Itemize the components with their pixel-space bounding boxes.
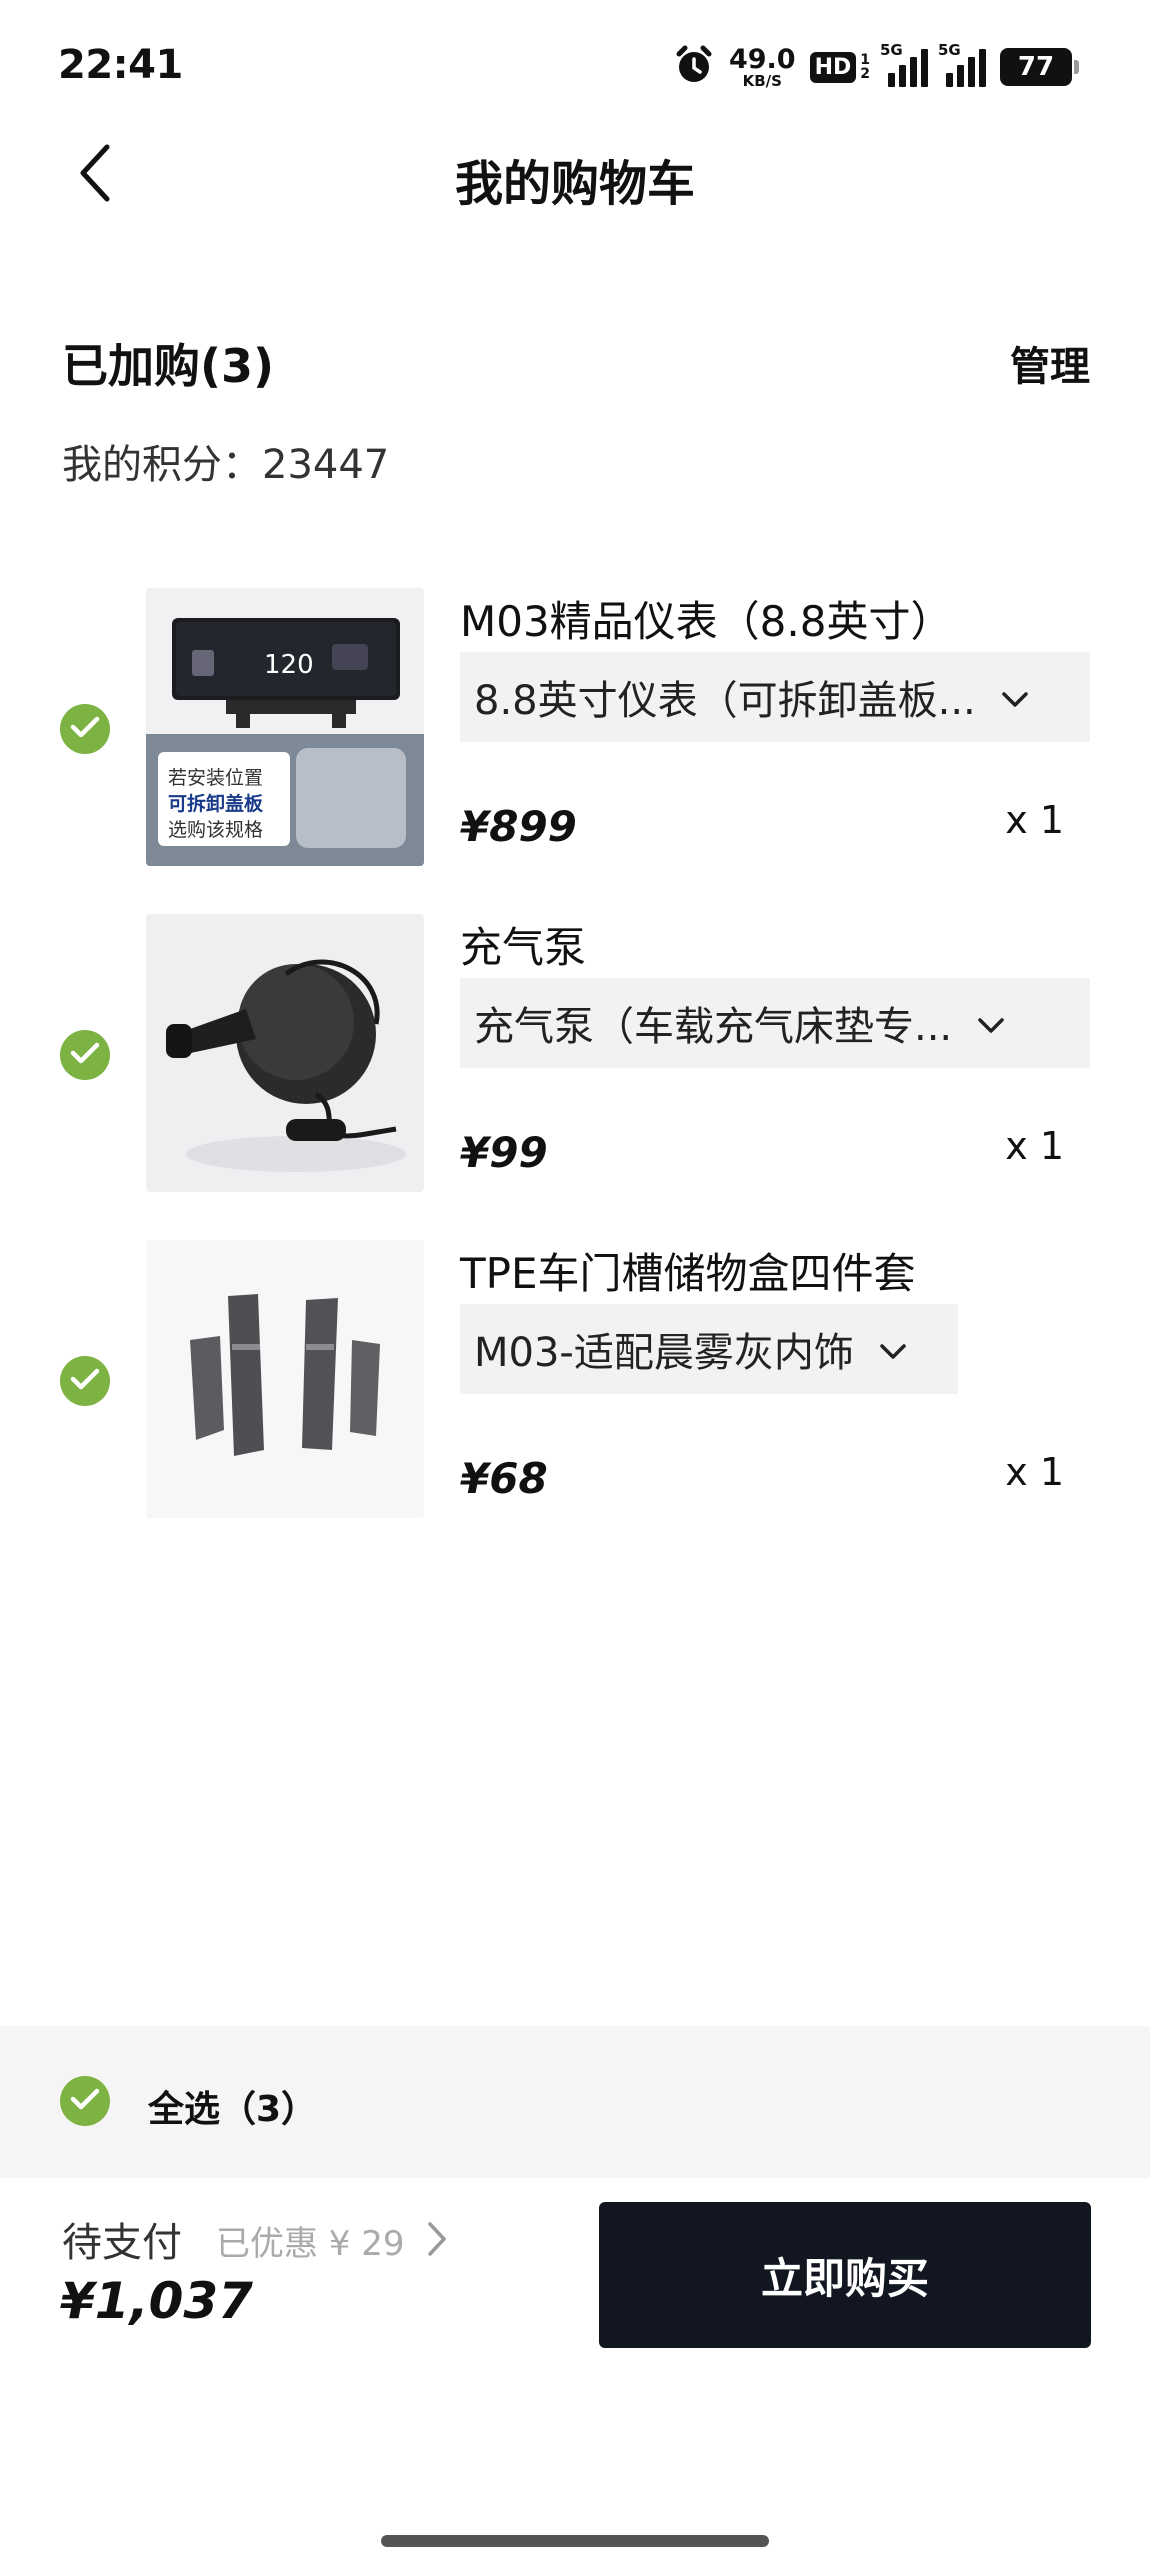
check-circle-icon	[70, 1367, 100, 1395]
chevron-down-icon	[1000, 674, 1030, 720]
buy-now-button[interactable]: 立即购买	[599, 2202, 1091, 2348]
signal-icon: 5G	[880, 41, 928, 87]
signal-tag: 5G	[938, 41, 961, 59]
variant-selector[interactable]: 8.8英寸仪表（可拆卸盖板...	[460, 652, 1090, 742]
cart-item: TPE车门槽储物盒四件套 M03-适配晨雾灰内饰 ¥68 x 1	[0, 1240, 1150, 1530]
net-speed: 49.0 KB/S	[729, 46, 796, 89]
hd-sub: 1 2	[860, 53, 870, 81]
home-indicator[interactable]	[381, 2535, 769, 2547]
check-circle-icon	[70, 1041, 100, 1069]
hd-sub-bottom: 2	[860, 66, 870, 82]
cart-item: 充气泵 充气泵（车载充气床垫专... ¥99 x 1	[0, 914, 1150, 1204]
signal-tag: 5G	[880, 41, 903, 59]
select-all-bar: 全选（3）	[0, 2026, 1150, 2178]
cart-count-heading: 已加购(3)	[62, 339, 275, 393]
net-speed-value: 49.0	[728, 43, 796, 75]
item-quantity[interactable]: x 1	[1005, 1124, 1064, 1168]
item-price: ¥99	[460, 1128, 548, 1177]
hd-sub-top: 1	[860, 52, 870, 68]
status-bar: 22:41 49.0 KB/S HD 1 2 5G 5G 77	[0, 0, 1150, 140]
total-amount: ¥1,037	[60, 2272, 253, 2330]
chevron-down-icon	[878, 1326, 908, 1372]
image-speed: 120	[264, 650, 314, 680]
product-image[interactable]: 120 若安装位置 可拆卸盖板 选购该规格	[146, 588, 424, 866]
image-caption: 可拆卸盖板	[168, 792, 264, 815]
status-time: 22:41	[58, 42, 183, 88]
points-label: 我的积分：23447	[62, 442, 390, 488]
item-price: ¥68	[460, 1454, 548, 1503]
variant-selector[interactable]: M03-适配晨雾灰内饰	[460, 1304, 958, 1394]
item-price: ¥899	[460, 802, 577, 851]
hd-badge: HD	[809, 51, 857, 83]
select-all-checkbox[interactable]	[60, 2076, 110, 2126]
battery-level: 77	[1017, 52, 1055, 82]
image-caption: 若安装位置	[168, 767, 263, 789]
item-name[interactable]: 充气泵	[460, 914, 586, 975]
item-name[interactable]: TPE车门槽储物盒四件套	[460, 1240, 916, 1301]
page-title: 我的购物车	[454, 156, 695, 212]
variant-selector[interactable]: 充气泵（车载充气床垫专...	[460, 978, 1090, 1068]
item-name[interactable]: M03精品仪表（8.8英寸）	[460, 588, 952, 649]
variant-label: 8.8英寸仪表（可拆卸盖板...	[474, 678, 976, 724]
check-circle-icon	[70, 715, 100, 743]
battery-icon: 77	[1000, 48, 1079, 86]
product-image[interactable]	[146, 914, 424, 1192]
status-icons: 49.0 KB/S HD 1 2 5G 5G 77	[673, 41, 1079, 92]
variant-label: 充气泵（车载充气床垫专...	[474, 1004, 953, 1050]
variant-label: M03-适配晨雾灰内饰	[474, 1330, 854, 1376]
cart-item: 120 若安装位置 可拆卸盖板 选购该规格 M03精品仪表（8.8英寸） 8.8…	[0, 588, 1150, 878]
discount-label[interactable]: 已优惠 ¥ 29	[216, 2216, 405, 2265]
item-quantity[interactable]: x 1	[1005, 1450, 1064, 1494]
net-speed-unit: KB/S	[742, 71, 782, 90]
select-all-label[interactable]: 全选（3）	[148, 2080, 317, 2132]
check-circle-icon	[70, 2087, 100, 2115]
product-image[interactable]	[146, 1240, 424, 1518]
manage-button[interactable]: 管理	[1010, 334, 1090, 392]
item-quantity[interactable]: x 1	[1005, 798, 1064, 842]
item-checkbox[interactable]	[60, 1030, 110, 1080]
chevron-right-icon[interactable]	[425, 2220, 449, 2262]
image-caption: 选购该规格	[168, 819, 263, 841]
chevron-down-icon	[976, 1000, 1006, 1046]
header: 我的购物车	[0, 130, 1150, 220]
signal-icon: 5G	[938, 41, 986, 87]
item-checkbox[interactable]	[60, 1356, 110, 1406]
alarm-icon	[673, 44, 715, 90]
item-checkbox[interactable]	[60, 704, 110, 754]
pay-label: 待支付	[62, 2220, 182, 2266]
